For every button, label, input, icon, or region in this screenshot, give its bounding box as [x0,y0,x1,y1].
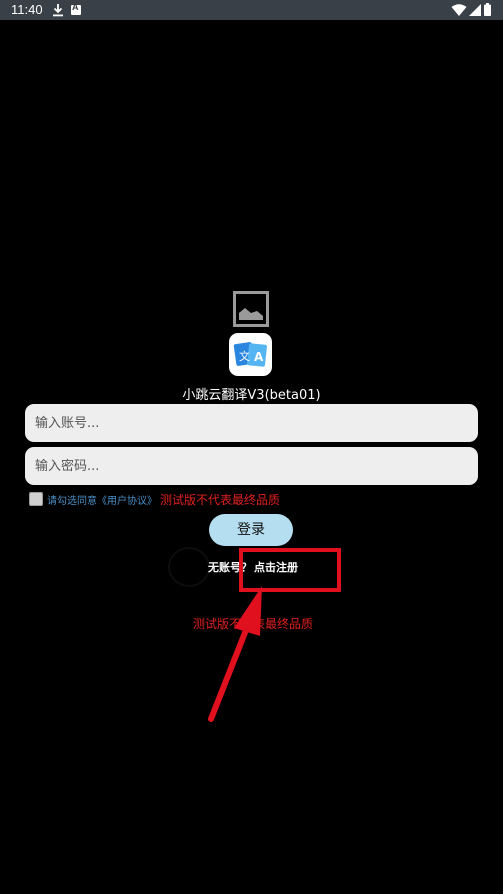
download-icon [53,4,63,17]
footer-test-note: 测试版不代表最终品质 [193,617,314,631]
agree-checkbox[interactable] [29,492,43,506]
account-input[interactable] [25,404,478,442]
loading-spinner [168,547,210,587]
image-placeholder-icon [233,291,269,327]
signal-icon [469,4,481,16]
font-a-icon: A [71,2,81,15]
login-button[interactable]: 登录 [209,514,293,546]
icon-letter-a: A [254,350,264,364]
status-time: 11:40 [11,2,43,17]
app-title: 小跳云翻译V3(beta01) [182,388,321,403]
app-logo: 文 A [229,333,272,376]
battery-icon [484,3,491,16]
wifi-icon [451,4,467,16]
test-version-note: 测试版不代表最终品质 [160,492,281,507]
screen: 11:40 A 文 A 小跳云翻译V3(beta01) 输入账号... 请勾选同… [0,0,503,894]
icon-letter-wen: 文 [239,349,250,363]
annotation-highlight-box [239,548,341,592]
password-input[interactable] [25,447,478,485]
agreement-row: 请勾选同意《用户协议》 测试版不代表最终品质 [29,490,280,508]
status-bar: 11:40 A [0,0,503,20]
translate-icon: 文 A [233,342,267,367]
user-agreement-link[interactable]: 请勾选同意《用户协议》 [47,492,157,507]
